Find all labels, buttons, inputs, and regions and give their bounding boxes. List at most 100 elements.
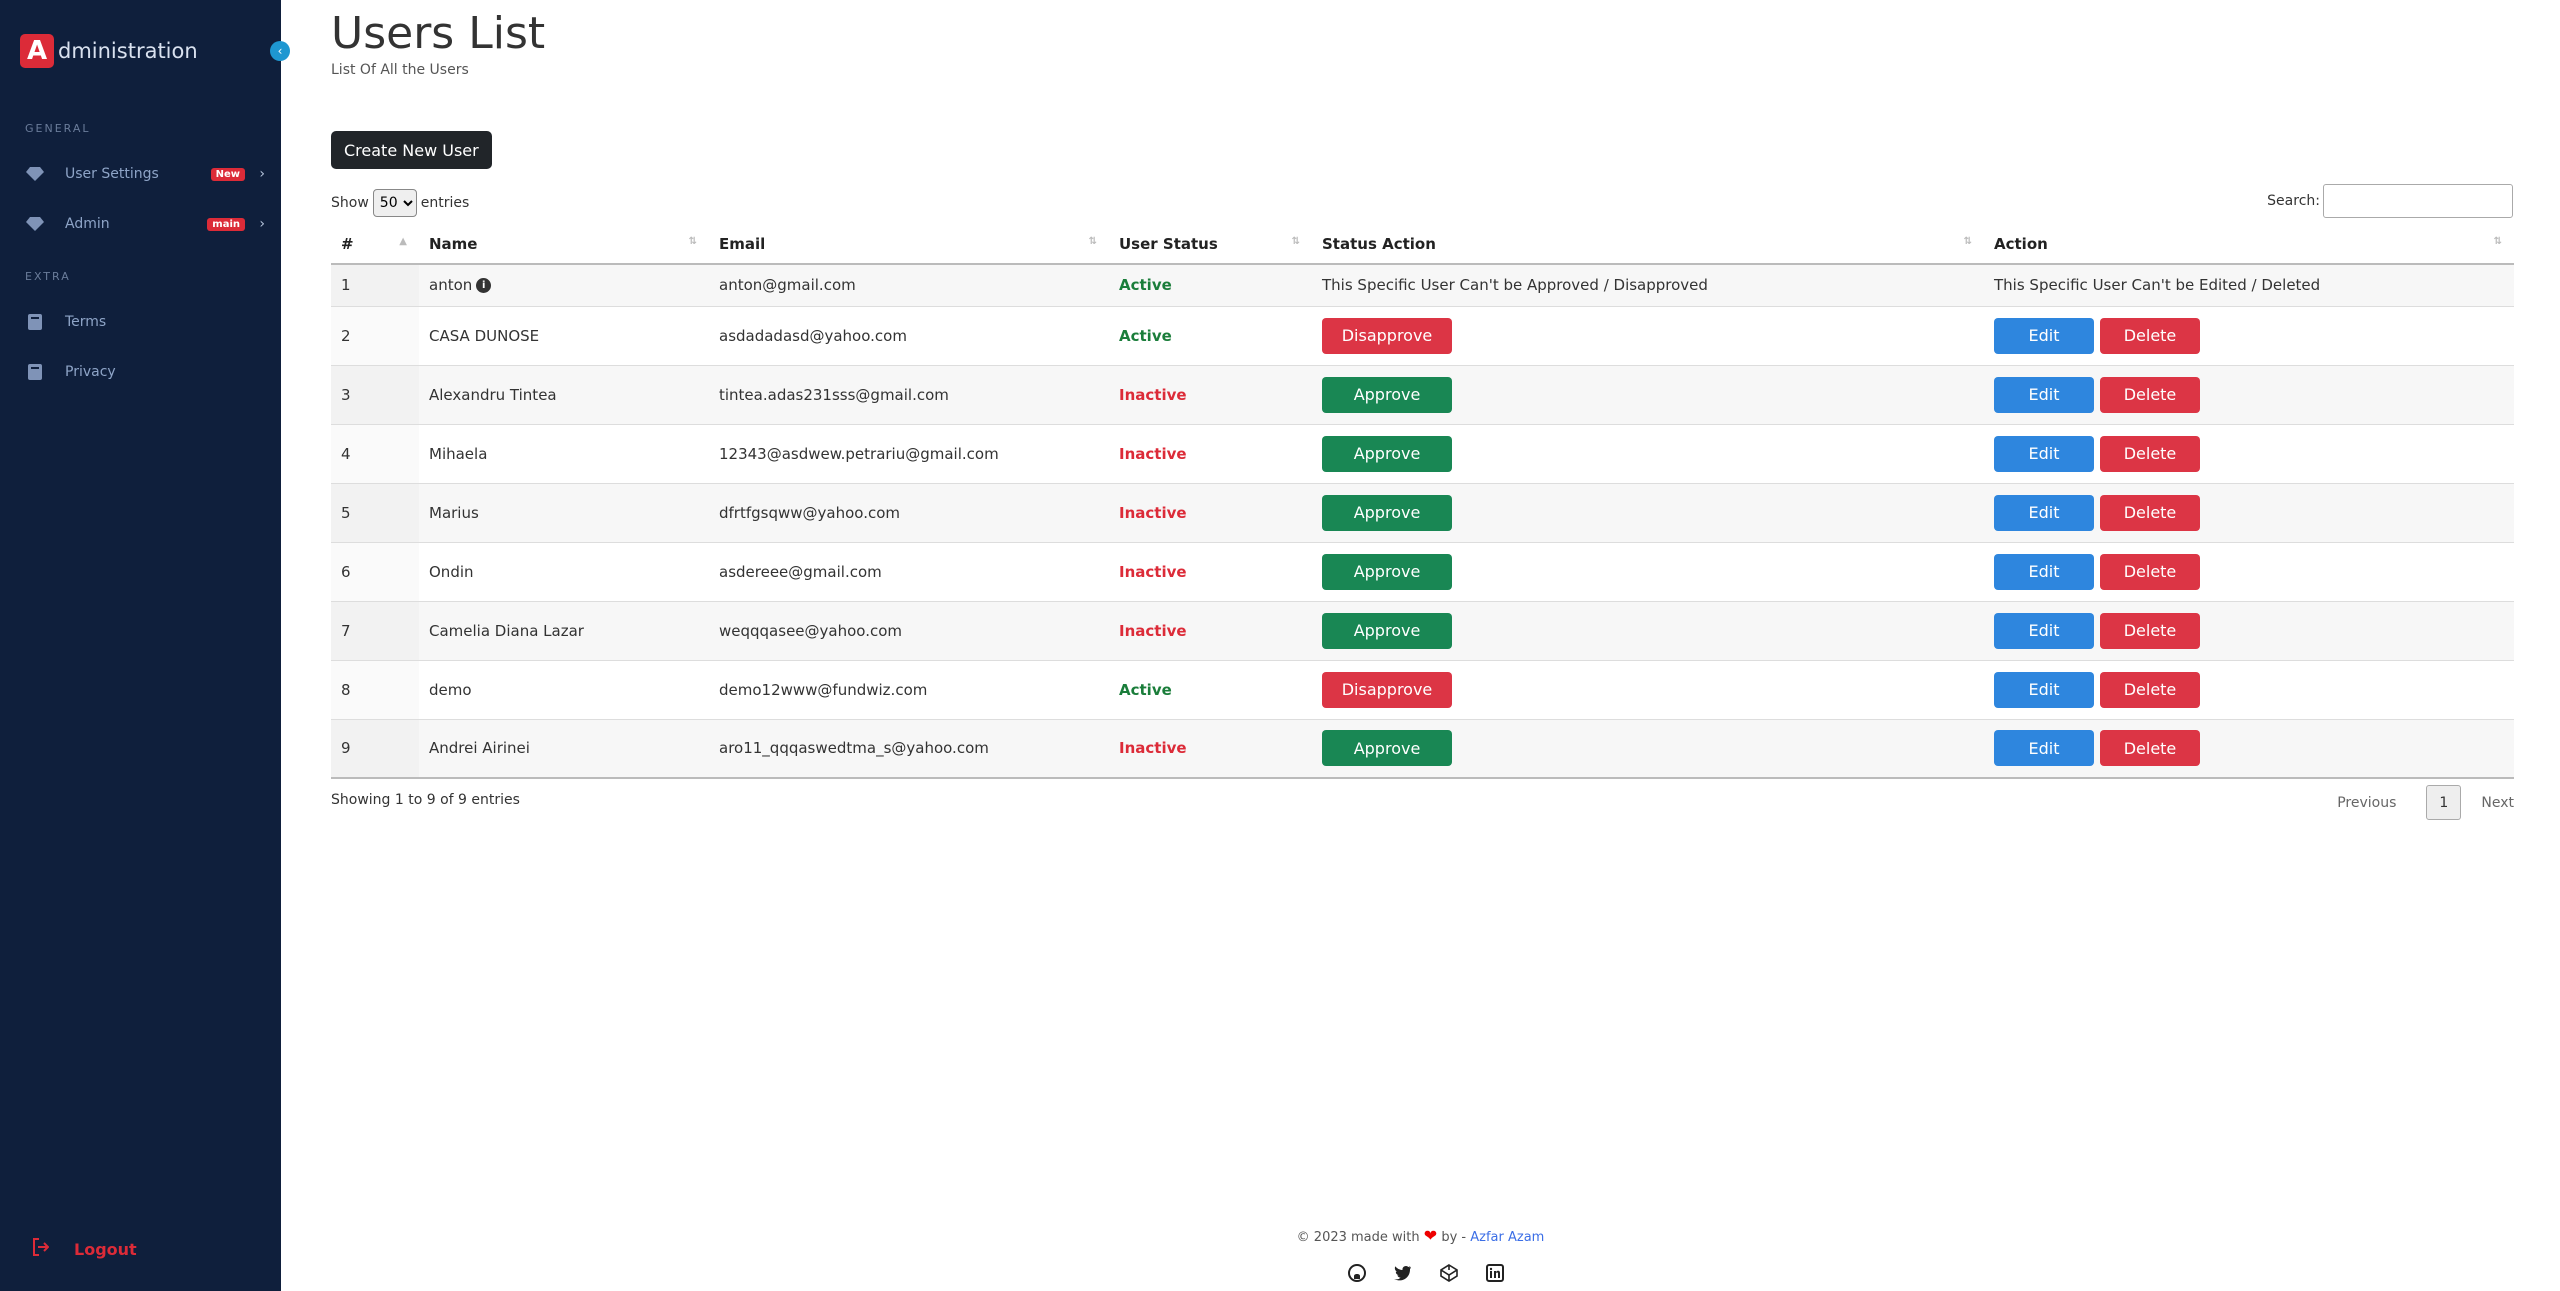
- cell-num: 2: [341, 326, 351, 345]
- new-badge: New: [210, 167, 245, 181]
- header-label: User Status: [1119, 234, 1218, 253]
- entries-select[interactable]: 50: [372, 189, 417, 217]
- codepen-icon[interactable]: [1439, 1263, 1459, 1283]
- sidebar-item-label: Terms: [65, 314, 107, 330]
- create-new-user-button[interactable]: Create New User: [331, 131, 492, 169]
- header-label: Name: [429, 234, 478, 253]
- footer-credit: © 2023 made with ❤ by - Azfar Azam: [281, 1226, 2560, 1245]
- approve-button[interactable]: Approve: [1322, 553, 1452, 590]
- cell-num: 1: [341, 276, 351, 295]
- social-links: [1347, 1263, 1505, 1283]
- sidebar-item-user-settings[interactable]: User Settings New ›: [25, 160, 265, 188]
- cell-email: asdereee@gmail.com: [719, 562, 882, 581]
- edit-button[interactable]: Edit: [1994, 671, 2094, 708]
- sort-icon: ⇅: [1963, 236, 1972, 247]
- sidebar-item-terms[interactable]: Terms: [25, 308, 265, 336]
- sidebar-item-label: Admin: [65, 216, 110, 232]
- cell-email: demo12www@fundwiz.com: [719, 680, 928, 699]
- table-row: 5 Marius dfrtfgsqww@yahoo.com Inactive Appro…: [331, 483, 2514, 542]
- approve-button[interactable]: Approve: [1322, 435, 1452, 472]
- edit-button[interactable]: Edit: [1994, 376, 2094, 413]
- sort-icon: ⇅: [1088, 236, 1097, 247]
- edit-button[interactable]: Edit: [1994, 553, 2094, 590]
- main-badge: main: [207, 217, 245, 231]
- users-table: # ▲ Name ⇅ Email ⇅ User Status ⇅ Status Acti…: [331, 224, 2514, 779]
- column-header-user-status[interactable]: User Status ⇅: [1109, 224, 1312, 265]
- cell-status: Active: [1119, 326, 1172, 345]
- table-header-row: # ▲ Name ⇅ Email ⇅ User Status ⇅ Status Acti…: [331, 224, 2514, 265]
- delete-button[interactable]: Delete: [2100, 612, 2200, 649]
- cell-name: anton i: [419, 264, 709, 306]
- column-header-name[interactable]: Name ⇅: [419, 224, 709, 265]
- chevron-right-icon: ›: [259, 216, 265, 232]
- sidebar-item-admin[interactable]: Admin main ›: [25, 210, 265, 238]
- column-header-email[interactable]: Email ⇅: [709, 224, 1109, 265]
- search-control: Search:: [2267, 184, 2513, 218]
- next-page-button[interactable]: Next: [2481, 795, 2514, 811]
- delete-button[interactable]: Delete: [2100, 435, 2200, 472]
- edit-button[interactable]: Edit: [1994, 612, 2094, 649]
- show-label: Show: [331, 195, 369, 211]
- info-icon[interactable]: i: [476, 278, 492, 294]
- disapprove-button[interactable]: Disapprove: [1322, 317, 1452, 354]
- brand[interactable]: A dministration: [20, 34, 198, 68]
- approve-button[interactable]: Approve: [1322, 730, 1452, 767]
- approve-button[interactable]: Approve: [1322, 376, 1452, 413]
- edit-button[interactable]: Edit: [1994, 494, 2094, 531]
- delete-button[interactable]: Delete: [2100, 553, 2200, 590]
- table-row: 8 demo demo12www@fundwiz.com Active Disappro…: [331, 660, 2514, 719]
- cell-status: Inactive: [1119, 444, 1187, 463]
- delete-button[interactable]: Delete: [2100, 671, 2200, 708]
- column-header-action[interactable]: Action ⇅: [1984, 224, 2514, 265]
- sidebar-item-label: User Settings: [65, 166, 159, 182]
- logout-button[interactable]: Logout: [33, 1238, 137, 1261]
- user-name: anton: [429, 276, 473, 295]
- cell-status-action: Disapprove: [1312, 306, 1984, 365]
- approve-button[interactable]: Approve: [1322, 494, 1452, 531]
- cell-action: Edit Delete: [1984, 660, 2514, 719]
- edit-button[interactable]: Edit: [1994, 435, 2094, 472]
- sidebar: A dministration GENERAL User Settings Ne…: [0, 0, 281, 1291]
- cell-email: dfrtfgsqww@yahoo.com: [719, 503, 900, 522]
- edit-button[interactable]: Edit: [1994, 730, 2094, 767]
- sort-icon: ⇅: [1291, 236, 1300, 247]
- disapprove-button[interactable]: Disapprove: [1322, 671, 1452, 708]
- logout-label: Logout: [74, 1240, 137, 1259]
- column-header-status-action[interactable]: Status Action ⇅: [1312, 224, 1984, 265]
- cell-status-action: Approve: [1312, 542, 1984, 601]
- twitter-icon[interactable]: [1393, 1263, 1413, 1283]
- approve-button[interactable]: Approve: [1322, 612, 1452, 649]
- book-icon: [25, 362, 45, 382]
- sidebar-section-extra: EXTRA: [25, 270, 71, 283]
- linkedin-icon[interactable]: [1485, 1263, 1505, 1283]
- github-icon[interactable]: [1347, 1263, 1367, 1283]
- chevron-left-icon: ‹: [277, 44, 283, 58]
- cell-action: Edit Delete: [1984, 601, 2514, 660]
- search-input[interactable]: [2323, 184, 2513, 218]
- author-link[interactable]: Azfar Azam: [1470, 1230, 1544, 1245]
- delete-button[interactable]: Delete: [2100, 730, 2200, 767]
- previous-page-button[interactable]: Previous: [2337, 795, 2396, 811]
- heart-icon: ❤: [1423, 1226, 1438, 1245]
- column-header-num[interactable]: # ▲: [331, 224, 419, 265]
- cell-name: Andrei Airinei: [429, 739, 530, 758]
- search-label: Search:: [2267, 193, 2320, 209]
- edit-button[interactable]: Edit: [1994, 317, 2094, 354]
- cell-status: Inactive: [1119, 621, 1187, 640]
- cell-status: Inactive: [1119, 562, 1187, 581]
- cell-num: 8: [341, 680, 351, 699]
- sidebar-collapse-button[interactable]: ‹: [270, 41, 290, 61]
- delete-button[interactable]: Delete: [2100, 494, 2200, 531]
- table-row: 4 Mihaela 12343@asdwew.petrariu@gmail.com I…: [331, 424, 2514, 483]
- cell-name: Marius: [429, 503, 479, 522]
- cell-action: This Specific User Can't be Edited / Del…: [1994, 276, 2321, 295]
- showing-entries-info: Showing 1 to 9 of 9 entries: [331, 792, 520, 808]
- page-1-button[interactable]: 1: [2426, 785, 2462, 820]
- delete-button[interactable]: Delete: [2100, 317, 2200, 354]
- delete-button[interactable]: Delete: [2100, 376, 2200, 413]
- cell-email: 12343@asdwew.petrariu@gmail.com: [719, 444, 999, 463]
- cell-action: Edit Delete: [1984, 719, 2514, 778]
- sidebar-item-privacy[interactable]: Privacy: [25, 358, 265, 386]
- cell-status-action: This Specific User Can't be Approved / D…: [1322, 276, 1708, 295]
- diamond-icon: [25, 214, 45, 234]
